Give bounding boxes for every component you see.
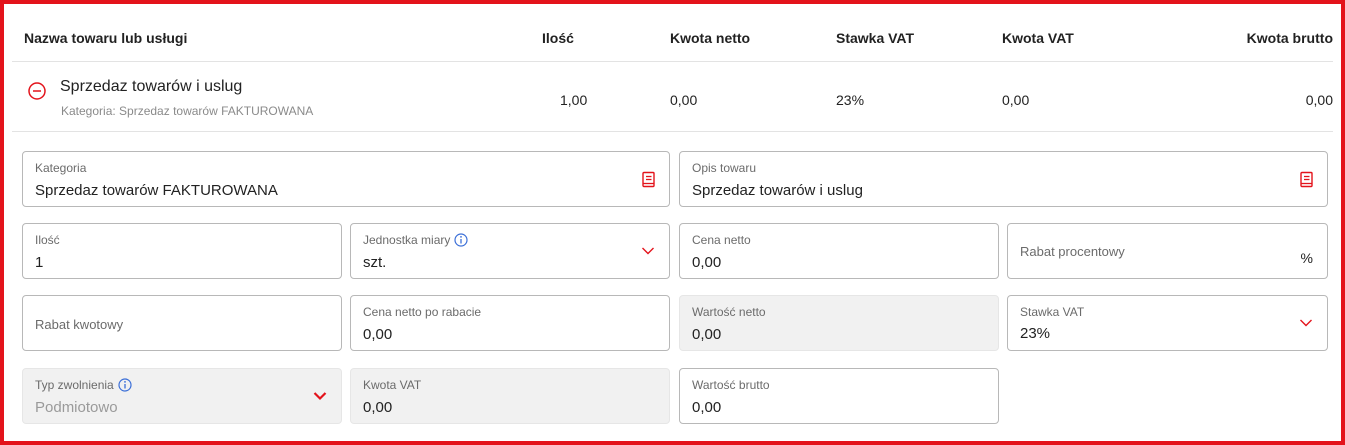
ilosc-field[interactable]: Ilość 1 bbox=[22, 223, 342, 279]
typ-zwolnienia-select: Typ zwolnienia Podmiotowo bbox=[22, 368, 342, 424]
info-icon[interactable] bbox=[454, 233, 468, 247]
cena-netto-value: 0,00 bbox=[692, 254, 722, 271]
percent-suffix: % bbox=[1300, 250, 1313, 266]
wartosc-netto-field: Wartość netto 0,00 bbox=[679, 295, 999, 351]
row-net: 0,00 bbox=[670, 92, 698, 108]
stawka-vat-select[interactable]: Stawka VAT 23% bbox=[1007, 295, 1328, 351]
rabat-kwotowy-field[interactable]: Rabat kwotowy bbox=[22, 295, 342, 351]
chevron-down-icon bbox=[313, 392, 327, 401]
row-vat-amount: 0,00 bbox=[1002, 92, 1030, 108]
cena-netto-po-rabacie-label: Cena netto po rabacie bbox=[363, 305, 482, 319]
jednostka-miary-select[interactable]: Jednostka miary szt. bbox=[350, 223, 670, 279]
row-vat-rate: 23% bbox=[836, 92, 865, 108]
typ-zwolnienia-value: Podmiotowo bbox=[35, 399, 118, 416]
kwota-vat-label: Kwota VAT bbox=[363, 378, 422, 392]
row-gross: 0,00 bbox=[1305, 92, 1333, 108]
wartosc-brutto-field[interactable]: Wartość brutto 0,00 bbox=[679, 368, 999, 424]
header-gross: Kwota brutto bbox=[1246, 30, 1333, 46]
chevron-down-icon[interactable] bbox=[641, 246, 655, 256]
kategoria-value: Sprzedaz towarów FAKTUROWANA bbox=[35, 182, 278, 199]
item-category-subtitle: Kategoria: Sprzedaz towarów FAKTUROWANA bbox=[61, 104, 314, 118]
kategoria-field[interactable]: Kategoria Sprzedaz towarów FAKTUROWANA bbox=[22, 151, 670, 207]
typ-zwolnienia-label: Typ zwolnienia bbox=[35, 378, 114, 392]
rabat-kwotowy-label: Rabat kwotowy bbox=[35, 317, 124, 332]
info-icon[interactable] bbox=[118, 378, 132, 392]
kwota-vat-value: 0,00 bbox=[363, 399, 393, 416]
stawka-vat-value: 23% bbox=[1020, 325, 1051, 342]
book-icon[interactable] bbox=[1299, 171, 1315, 189]
cena-netto-po-rabacie-value: 0,00 bbox=[363, 326, 393, 343]
table-header: Nazwa towaru lub usługi Ilość Kwota nett… bbox=[12, 18, 1333, 62]
opis-towaru-value: Sprzedaz towarów i uslug bbox=[692, 182, 863, 199]
cena-netto-po-rabacie-field[interactable]: Cena netto po rabacie 0,00 bbox=[350, 295, 670, 351]
header-qty: Ilość bbox=[542, 30, 574, 46]
ilosc-value: 1 bbox=[35, 254, 44, 271]
stawka-vat-label: Stawka VAT bbox=[1020, 305, 1085, 319]
chevron-down-icon[interactable] bbox=[1299, 318, 1313, 328]
wartosc-brutto-label: Wartość brutto bbox=[692, 378, 770, 392]
kategoria-label: Kategoria bbox=[35, 161, 87, 175]
cena-netto-label: Cena netto bbox=[692, 233, 751, 247]
kwota-vat-field: Kwota VAT 0,00 bbox=[350, 368, 670, 424]
header-vat-amount: Kwota VAT bbox=[1002, 30, 1074, 46]
header-net: Kwota netto bbox=[670, 30, 751, 46]
collapse-minus-icon[interactable] bbox=[28, 82, 46, 100]
jednostka-miary-value: szt. bbox=[363, 254, 387, 271]
cena-netto-field[interactable]: Cena netto 0,00 bbox=[679, 223, 999, 279]
item-title: Sprzedaz towarów i uslug bbox=[60, 78, 243, 95]
ilosc-label: Ilość bbox=[35, 233, 60, 247]
header-name: Nazwa towaru lub usługi bbox=[24, 30, 188, 46]
invoice-item-panel: Nazwa towaru lub usługi Ilość Kwota nett… bbox=[0, 0, 1345, 445]
wartosc-brutto-value: 0,00 bbox=[692, 399, 722, 416]
table-row: Sprzedaz towarów i uslug Kategoria: Sprz… bbox=[12, 64, 1333, 132]
row-qty: 1,00 bbox=[560, 92, 588, 108]
jednostka-miary-label: Jednostka miary bbox=[363, 233, 451, 247]
opis-towaru-label: Opis towaru bbox=[692, 161, 757, 175]
header-vat-rate: Stawka VAT bbox=[836, 30, 915, 46]
wartosc-netto-value: 0,00 bbox=[692, 326, 722, 343]
opis-towaru-field[interactable]: Opis towaru Sprzedaz towarów i uslug bbox=[679, 151, 1328, 207]
book-icon[interactable] bbox=[641, 171, 657, 189]
rabat-procentowy-label: Rabat procentowy bbox=[1020, 244, 1125, 259]
wartosc-netto-label: Wartość netto bbox=[692, 305, 766, 319]
rabat-procentowy-field[interactable]: Rabat procentowy % bbox=[1007, 223, 1328, 279]
